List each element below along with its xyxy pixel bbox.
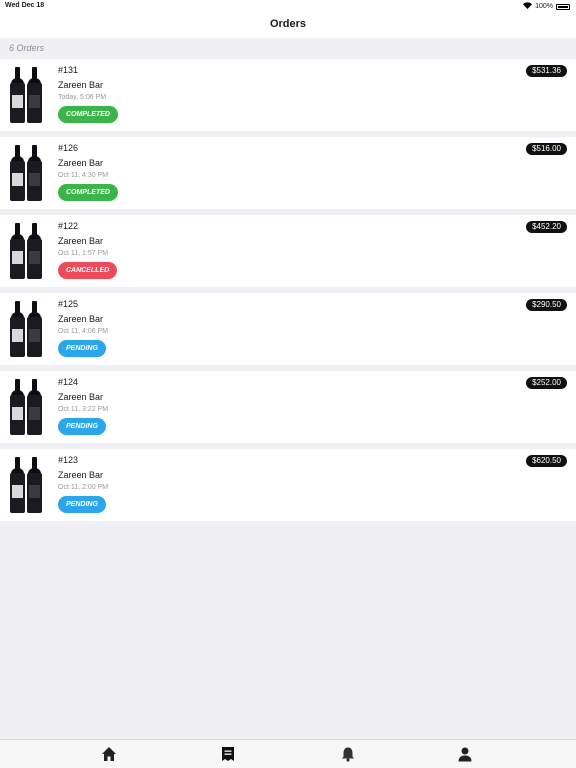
home-icon xyxy=(101,746,117,762)
battery-icon xyxy=(556,3,570,10)
order-price: $531.36 xyxy=(526,65,567,77)
orders-count-bar: 6 Orders xyxy=(0,38,576,59)
order-time: Oct 11, 4:30 PM xyxy=(58,172,109,179)
page-title: Orders xyxy=(269,18,307,30)
order-row[interactable]: #124 Zareen Bar Oct 11, 3:22 PM PENDING … xyxy=(0,371,576,443)
wifi-icon xyxy=(523,2,533,11)
tab-notifications[interactable] xyxy=(340,746,356,762)
order-row[interactable]: #123 Zareen Bar Oct 11, 2:00 PM PENDING … xyxy=(0,449,576,521)
order-time: Oct 11, 2:00 PM xyxy=(58,484,109,491)
status-badge: COMPLETED xyxy=(58,106,118,123)
status-badge: COMPLETED xyxy=(58,184,118,201)
order-venue: Zareen Bar xyxy=(58,80,104,90)
order-number: #123 xyxy=(58,455,79,465)
wine-bottles-thumbnail xyxy=(9,145,43,201)
tab-home[interactable] xyxy=(101,746,117,762)
wine-bottles-thumbnail xyxy=(9,301,43,357)
status-indicators: 100% xyxy=(523,2,570,11)
status-badge: PENDING xyxy=(58,340,106,357)
bell-icon xyxy=(340,746,356,762)
order-venue: Zareen Bar xyxy=(58,314,104,324)
order-row[interactable]: #125 Zareen Bar Oct 11, 4:06 PM PENDING … xyxy=(0,293,576,365)
status-badge: PENDING xyxy=(58,418,106,435)
order-venue: Zareen Bar xyxy=(58,236,104,246)
order-row[interactable]: #122 Zareen Bar Oct 11, 1:57 PM CANCELLE… xyxy=(0,215,576,287)
status-badge: PENDING xyxy=(58,496,106,513)
orders-count: 6 Orders xyxy=(9,43,45,53)
order-number: #122 xyxy=(58,221,79,231)
status-badge: CANCELLED xyxy=(58,262,118,279)
order-venue: Zareen Bar xyxy=(58,392,104,402)
nav-bar: Orders xyxy=(0,12,576,38)
order-price: $452.20 xyxy=(526,221,567,233)
battery-percent: 100% xyxy=(535,3,553,10)
status-bar: Wed Dec 18 100% xyxy=(0,0,576,12)
order-price: $252.00 xyxy=(526,377,567,389)
wine-bottles-thumbnail xyxy=(9,457,43,513)
order-time: Oct 11, 1:57 PM xyxy=(58,250,109,257)
order-number: #124 xyxy=(58,377,79,387)
orders-list: #131 Zareen Bar Today, 5:06 PM COMPLETED… xyxy=(0,59,576,527)
order-price: $516.00 xyxy=(526,143,567,155)
wine-bottles-thumbnail xyxy=(9,223,43,279)
order-number: #125 xyxy=(58,299,79,309)
order-price: $290.50 xyxy=(526,299,567,311)
order-row[interactable]: #131 Zareen Bar Today, 5:06 PM COMPLETED… xyxy=(0,59,576,131)
wine-bottles-thumbnail xyxy=(9,67,43,123)
profile-icon xyxy=(457,746,473,762)
order-time: Oct 11, 3:22 PM xyxy=(58,406,109,413)
wine-bottles-thumbnail xyxy=(9,379,43,435)
order-venue: Zareen Bar xyxy=(58,470,104,480)
orders-icon xyxy=(220,746,236,762)
tab-orders[interactable] xyxy=(220,746,236,762)
order-number: #126 xyxy=(58,143,79,153)
order-time: Today, 5:06 PM xyxy=(58,94,107,101)
tab-bar xyxy=(0,739,576,768)
order-venue: Zareen Bar xyxy=(58,158,104,168)
order-time: Oct 11, 4:06 PM xyxy=(58,328,109,335)
status-time: Wed Dec 18 xyxy=(5,2,45,9)
order-row[interactable]: #126 Zareen Bar Oct 11, 4:30 PM COMPLETE… xyxy=(0,137,576,209)
order-price: $620.50 xyxy=(526,455,567,467)
tab-profile[interactable] xyxy=(457,746,473,762)
order-number: #131 xyxy=(58,65,79,75)
